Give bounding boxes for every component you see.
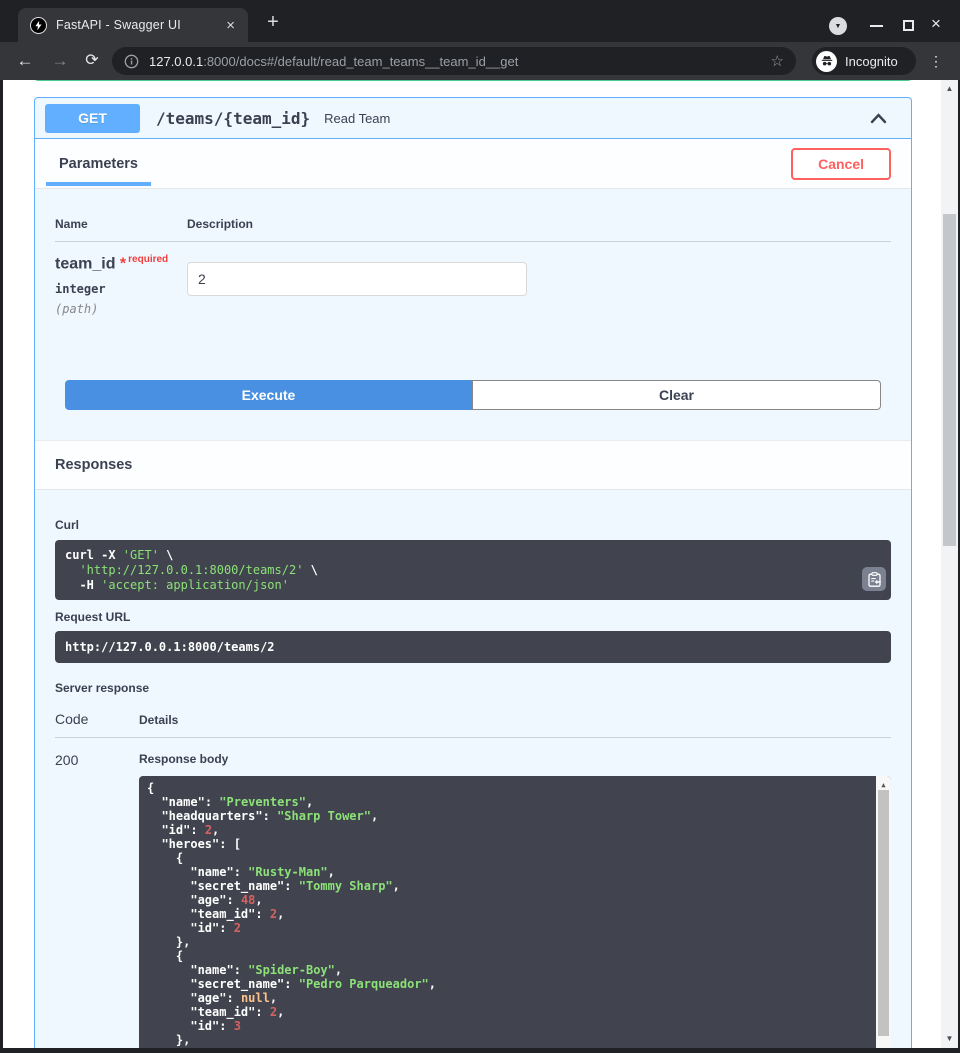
parameters-table-header: Name Description xyxy=(55,217,891,242)
required-star: * xyxy=(120,255,126,272)
request-url-label: Request URL xyxy=(55,610,891,624)
browser-tab[interactable]: FastAPI - Swagger UI × xyxy=(18,8,248,42)
code-column-header: Code xyxy=(55,711,139,727)
incognito-icon xyxy=(816,51,837,72)
endpoint-summary: Read Team xyxy=(324,111,390,126)
parameter-location: (path) xyxy=(55,302,187,316)
parameter-type: integer xyxy=(55,282,187,296)
response-body-block: { "name": "Preventers", "headquarters": … xyxy=(139,776,891,1048)
incognito-label: Incognito xyxy=(845,54,898,69)
response-details: Response body { "name": "Preventers", "h… xyxy=(139,752,891,1048)
status-code: 200 xyxy=(55,752,139,1048)
minimize-button[interactable] xyxy=(870,25,883,27)
opblock-get-read-team: GET /teams/{team_id} Read Team Parameter… xyxy=(34,97,912,1048)
response-body-scrollbar[interactable]: ▲ ▼ xyxy=(876,776,891,1048)
tab-close-icon[interactable]: × xyxy=(221,18,240,33)
chrome-menu-arrow-icon[interactable]: ▼ xyxy=(829,17,847,35)
browser-menu-button[interactable]: ⋮ xyxy=(929,52,943,70)
parameter-value-cell xyxy=(187,254,527,316)
swagger-page: GET /teams/{team_id} Read Team Parameter… xyxy=(3,80,941,1048)
cancel-button[interactable]: Cancel xyxy=(791,148,891,180)
responses-title: Responses xyxy=(55,457,132,473)
parameters-header: Parameters Cancel xyxy=(35,139,911,189)
responses-section: Curl curl -X 'GET' \ 'http://127.0.0.1:8… xyxy=(35,490,911,1048)
back-button[interactable]: ← xyxy=(13,50,37,72)
maximize-button[interactable] xyxy=(903,20,914,31)
new-tab-button[interactable]: + xyxy=(260,11,286,34)
response-row: 200 Response body { "name": "Preventers"… xyxy=(55,738,891,1048)
tab-strip: FastAPI - Swagger UI × + ▼ × xyxy=(0,0,960,42)
incognito-badge: Incognito xyxy=(812,47,916,75)
clear-button[interactable]: Clear xyxy=(472,380,881,410)
method-badge: GET xyxy=(45,104,140,133)
response-body-label: Response body xyxy=(139,752,891,766)
execute-button[interactable]: Execute xyxy=(65,380,472,410)
collapse-chevron-icon[interactable] xyxy=(870,113,887,124)
curl-code: curl -X 'GET' \ 'http://127.0.0.1:8000/t… xyxy=(55,540,891,600)
required-label: required xyxy=(128,254,168,265)
curl-label: Curl xyxy=(55,518,891,532)
site-info-icon[interactable] xyxy=(124,54,139,69)
request-url-value: http://127.0.0.1:8000/teams/2 xyxy=(55,631,891,663)
scrollbar-thumb[interactable] xyxy=(943,214,956,546)
name-column-header: Name xyxy=(55,217,187,231)
browser-toolbar: ← → ⟳ 127.0.0.1:8000/docs#/default/read_… xyxy=(0,42,960,80)
scrollbar-thumb[interactable] xyxy=(878,790,889,1036)
previous-opblock-bottom-edge xyxy=(34,80,912,81)
parameters-section: Name Description team_id *required integ… xyxy=(35,189,911,440)
parameter-row: team_id *required integer (path) xyxy=(55,242,891,316)
scroll-up-icon[interactable]: ▲ xyxy=(941,84,958,93)
url-path: :8000/docs#/default/read_team_teams__tea… xyxy=(203,54,518,69)
fastapi-favicon-icon xyxy=(30,17,47,34)
server-response-label: Server response xyxy=(55,681,891,695)
parameter-name: team_id *required xyxy=(55,254,187,273)
browser-window: FastAPI - Swagger UI × + ▼ × ← → ⟳ 127.0… xyxy=(0,0,960,1053)
response-json: { "name": "Preventers", "headquarters": … xyxy=(147,781,867,1048)
description-column-header: Description xyxy=(187,217,253,231)
address-bar[interactable]: 127.0.0.1:8000/docs#/default/read_team_t… xyxy=(112,47,796,75)
tab-title: FastAPI - Swagger UI xyxy=(56,18,221,32)
window-close-button[interactable]: × xyxy=(931,15,941,32)
execute-row: Execute Clear xyxy=(65,380,881,410)
url-host: 127.0.0.1 xyxy=(149,54,203,69)
reload-button[interactable]: ⟳ xyxy=(80,50,104,72)
forward-button[interactable]: → xyxy=(48,50,72,72)
response-table-header: Code Details xyxy=(55,711,891,738)
scroll-down-icon[interactable]: ▼ xyxy=(941,1034,958,1043)
copy-to-clipboard-button[interactable] xyxy=(862,567,886,591)
endpoint-path: /teams/{team_id} xyxy=(156,109,310,128)
opblock-summary[interactable]: GET /teams/{team_id} Read Team xyxy=(35,98,911,139)
page-scrollbar[interactable]: ▲ ▼ xyxy=(941,80,958,1048)
details-column-header: Details xyxy=(139,711,178,727)
url-text[interactable]: 127.0.0.1:8000/docs#/default/read_team_t… xyxy=(149,54,763,69)
bookmark-star-icon[interactable]: ☆ xyxy=(763,52,784,70)
parameter-meta: team_id *required integer (path) xyxy=(55,254,187,316)
responses-header: Responses xyxy=(35,440,911,490)
tab-parameters[interactable]: Parameters xyxy=(55,139,142,189)
team-id-input[interactable] xyxy=(187,262,527,296)
